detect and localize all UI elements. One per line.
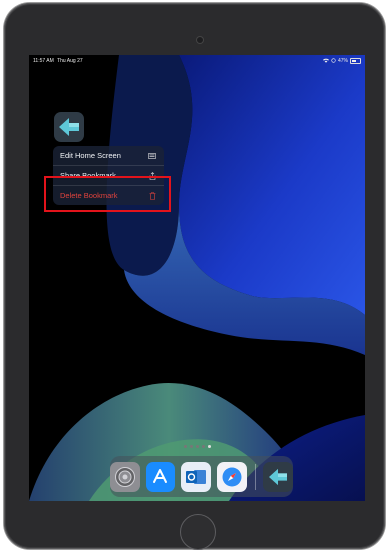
outlook-icon	[186, 469, 207, 484]
menu-item-delete-bookmark[interactable]: Delete Bookmark	[53, 186, 164, 205]
trash-icon	[148, 191, 156, 200]
bookmark-app-icon[interactable]	[54, 112, 84, 142]
page-indicator[interactable]	[184, 445, 211, 448]
status-date: Thu Aug 27	[57, 58, 83, 64]
menu-item-label: Edit Home Screen	[60, 151, 121, 160]
dock-app-outlook[interactable]	[181, 461, 211, 492]
menu-item-share-bookmark[interactable]: Share Bookmark	[53, 166, 164, 186]
home-button[interactable]	[180, 514, 216, 550]
page-dot	[202, 445, 205, 448]
keyboard-icon	[148, 152, 156, 160]
menu-item-label: Delete Bookmark	[60, 191, 118, 200]
share-icon	[148, 171, 156, 180]
page-dot	[184, 445, 187, 448]
wifi-icon	[322, 58, 329, 65]
menu-item-label: Share Bookmark	[60, 171, 116, 180]
app-store-icon	[153, 468, 168, 483]
dock-app-bookmark[interactable]	[263, 461, 293, 492]
status-left: 11:57 AM Thu Aug 27	[33, 58, 85, 64]
status-time: 11:57 AM	[33, 58, 54, 64]
bookmark-arrow-icon	[269, 468, 288, 485]
dock	[110, 456, 293, 497]
status-bar: 11:57 AM Thu Aug 27 47%	[29, 55, 365, 67]
settings-icon	[114, 466, 135, 487]
dock-separator	[254, 463, 256, 490]
page-dot-active	[208, 445, 211, 448]
page-dot	[190, 445, 193, 448]
dock-app-app-store[interactable]	[145, 461, 176, 492]
home-screen: 11:57 AM Thu Aug 27 47% Edit Home Screen	[29, 55, 365, 501]
page-dot	[196, 445, 199, 448]
orientation-lock-icon	[331, 57, 336, 65]
battery-icon	[350, 58, 361, 64]
bookmark-arrow-icon	[59, 118, 79, 136]
front-camera	[197, 37, 203, 43]
safari-icon	[222, 467, 242, 486]
battery-percent: 47%	[337, 58, 348, 64]
context-menu: Edit Home Screen Share Bookmark Delete B…	[53, 146, 164, 205]
dock-app-settings[interactable]	[110, 461, 140, 492]
dock-app-safari[interactable]	[216, 461, 247, 492]
status-right: 47%	[322, 57, 361, 65]
menu-item-edit-home-screen[interactable]: Edit Home Screen	[53, 146, 164, 166]
